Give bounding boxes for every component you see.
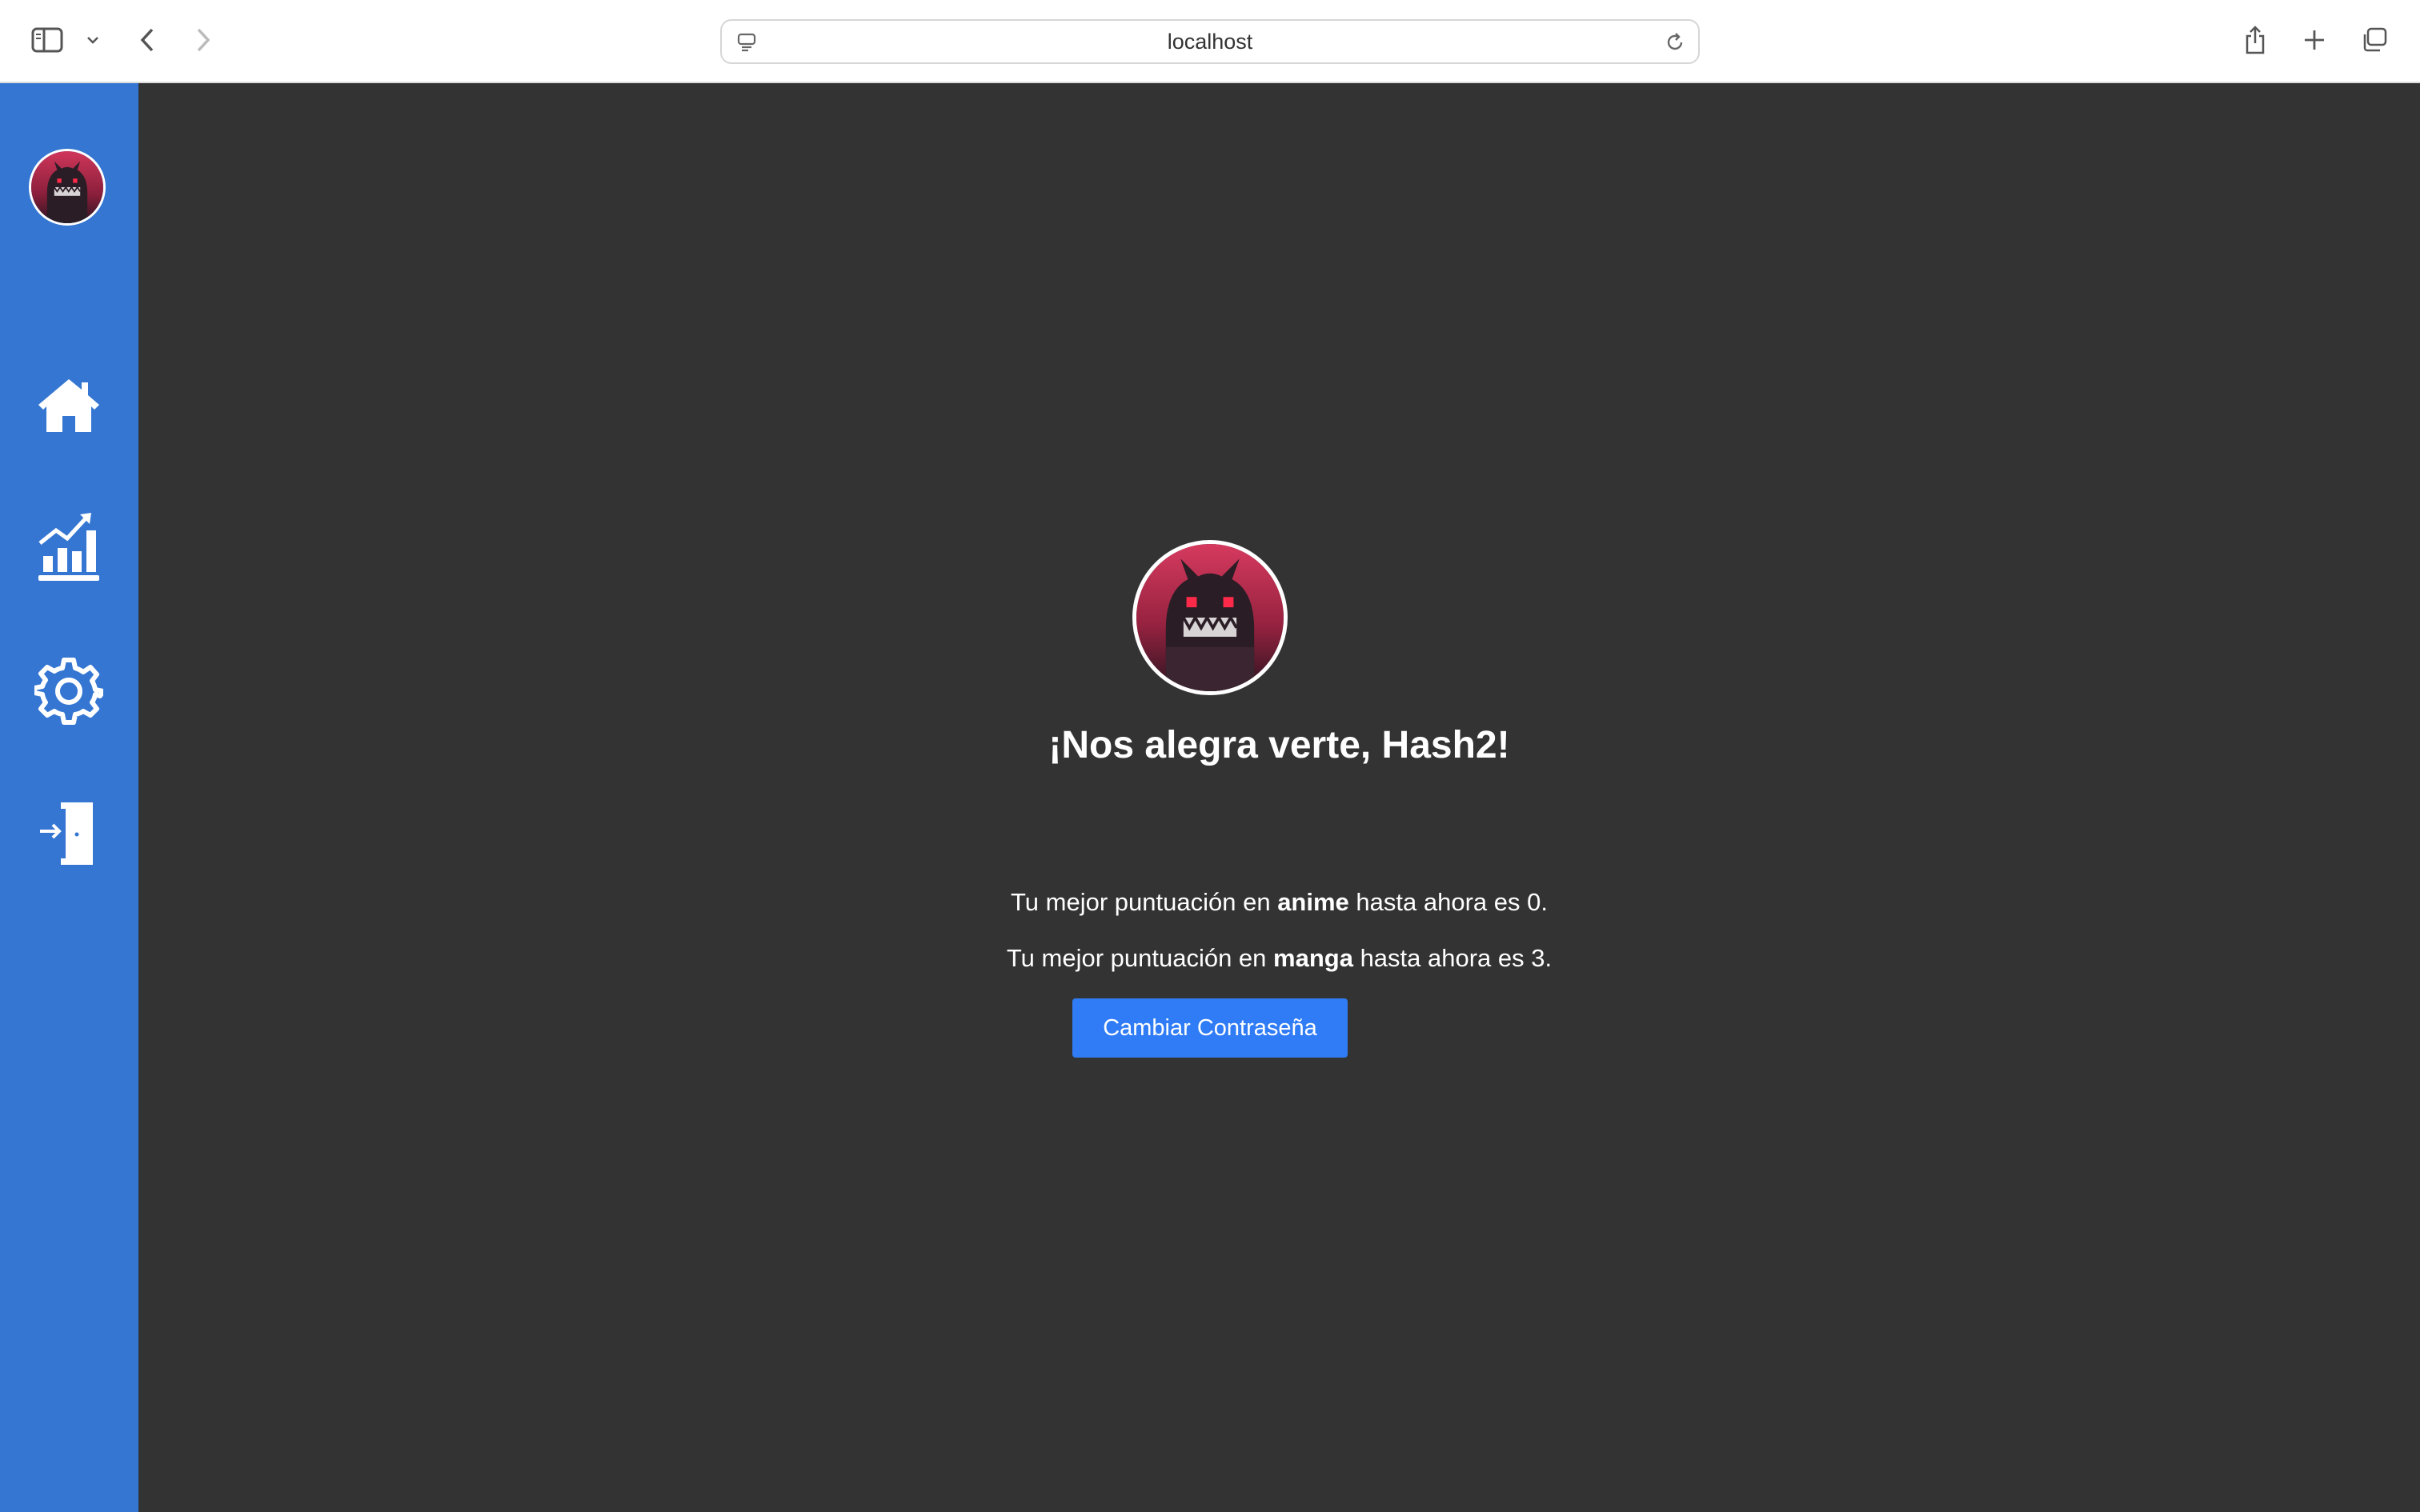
sidebar [0, 83, 138, 1512]
browser-toolbar: localhost [0, 0, 2420, 83]
tab-overview-icon[interactable] [2358, 24, 2391, 56]
chevron-down-icon[interactable] [83, 30, 102, 50]
logout-door-icon[interactable] [24, 789, 114, 878]
manga-score-suffix: hasta ahora es 3. [1352, 944, 1553, 972]
demon-avatar[interactable] [29, 149, 106, 226]
reload-icon[interactable] [1663, 30, 1687, 54]
new-tab-plus-icon[interactable] [2298, 24, 2330, 56]
profile-avatar [1132, 540, 1288, 695]
manga-keyword: manga [1273, 944, 1353, 972]
settings-gear-icon[interactable] [24, 646, 114, 736]
main-content: ¡Nos alegra verte, Hash2! Tu mejor puntu… [138, 83, 2420, 1512]
home-icon[interactable] [24, 360, 114, 450]
url-text: localhost [1167, 29, 1253, 54]
anime-score-text: Tu mejor puntuación en anime hasta ahora… [138, 888, 2420, 917]
anime-score-prefix: Tu mejor puntuación en [1011, 888, 1278, 916]
share-icon[interactable] [2239, 22, 2271, 58]
anime-score-suffix: hasta ahora es 0. [1348, 888, 1548, 916]
sidebar-toggle-icon[interactable] [29, 24, 66, 56]
back-arrow-icon[interactable] [133, 24, 162, 56]
change-password-button[interactable]: Cambiar Contraseña [1072, 998, 1348, 1058]
manga-score-prefix: Tu mejor puntuación en [1006, 944, 1274, 972]
stats-chart-icon[interactable] [24, 502, 114, 592]
forward-arrow-icon[interactable] [189, 24, 218, 56]
manga-score-text: Tu mejor puntuación en manga hasta ahora… [138, 944, 2420, 973]
address-bar[interactable]: localhost [720, 19, 1700, 64]
greeting-heading: ¡Nos alegra verte, Hash2! [1048, 724, 1510, 766]
anime-keyword: anime [1277, 888, 1349, 916]
